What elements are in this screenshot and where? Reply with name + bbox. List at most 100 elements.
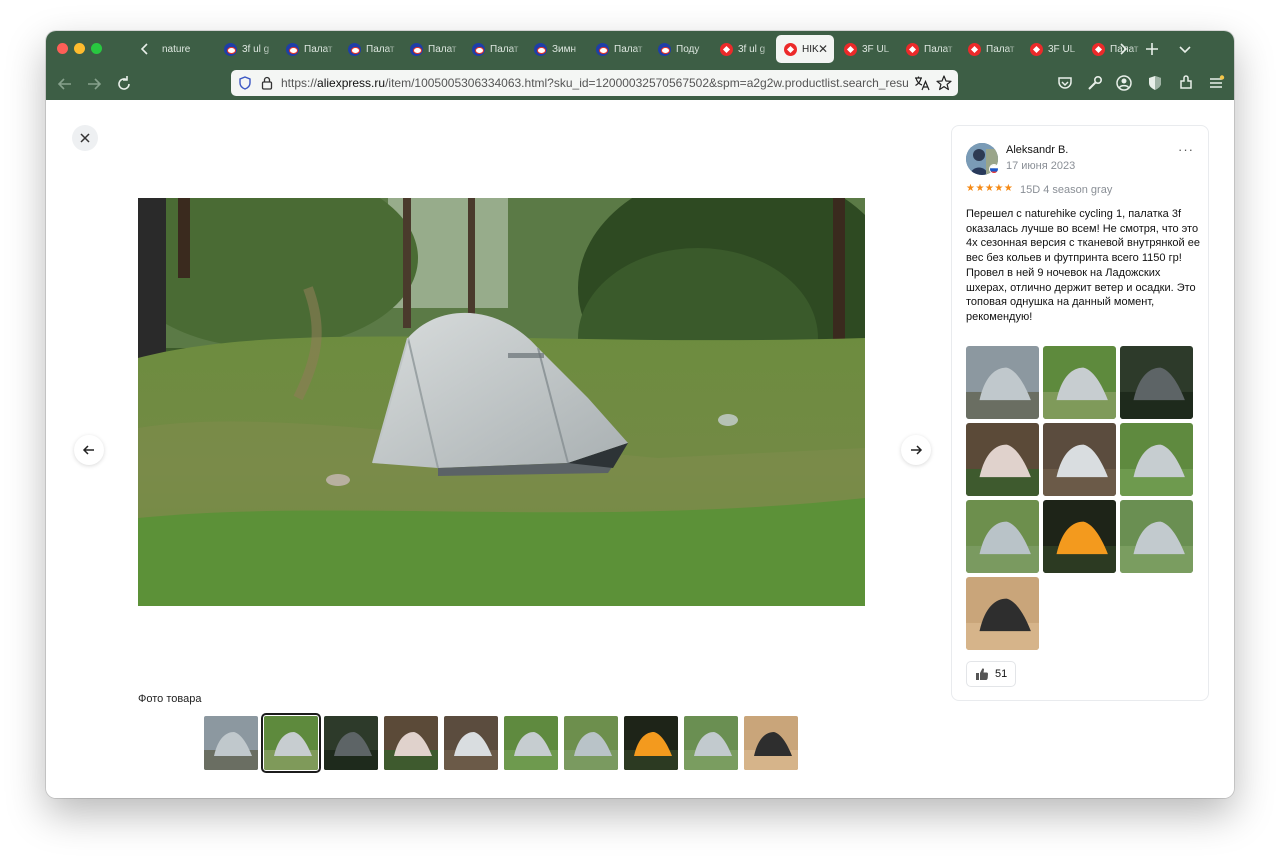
address-bar[interactable]: https://aliexpress.ru/item/1005005306334… bbox=[231, 70, 958, 96]
close-viewer-button[interactable] bbox=[72, 125, 98, 151]
ublock-shield-icon[interactable] bbox=[1145, 73, 1165, 93]
minimize-window-button[interactable] bbox=[74, 43, 85, 54]
ozon-favicon-icon bbox=[534, 42, 547, 56]
browser-tab[interactable]: 3f ul g bbox=[216, 35, 278, 63]
close-window-button[interactable] bbox=[57, 43, 68, 54]
app-menu-icon[interactable] bbox=[1206, 73, 1226, 93]
browser-tab[interactable]: Палат bbox=[960, 35, 1022, 63]
tools-wrench-icon[interactable] bbox=[1085, 73, 1105, 93]
ozon-favicon-icon bbox=[410, 42, 423, 56]
arrow-left-icon bbox=[82, 445, 94, 455]
browser-window: nature 3f ul g Палат Палат Палат Палат Зимн Пал… bbox=[46, 31, 1234, 798]
ozon-favicon-icon bbox=[472, 42, 485, 56]
photo-thumbnail[interactable] bbox=[384, 716, 438, 770]
reload-icon[interactable] bbox=[112, 72, 136, 96]
rating-stars: ★★★★★ bbox=[966, 183, 1014, 194]
review-text: Перешел с naturehike cycling 1, палатка … bbox=[966, 207, 1202, 325]
browser-tab[interactable]: Палат bbox=[402, 35, 464, 63]
photo-thumbnail[interactable] bbox=[261, 713, 321, 773]
browser-tab[interactable]: Палат bbox=[898, 35, 960, 63]
review-date: 17 июня 2023 bbox=[1006, 160, 1076, 172]
review-photo[interactable] bbox=[966, 500, 1039, 573]
navigation-toolbar: https://aliexpress.ru/item/1005005306334… bbox=[46, 67, 1234, 100]
review-author[interactable]: Aleksandr B. bbox=[1006, 144, 1068, 156]
main-photo bbox=[138, 198, 865, 606]
photo-thumbnail[interactable] bbox=[744, 716, 798, 770]
tab-active[interactable]: HIK ✕ bbox=[776, 35, 834, 63]
review-paragraph: Перешел с naturehike cycling 1, палатка … bbox=[966, 208, 1200, 265]
photo-thumbnail[interactable] bbox=[504, 716, 558, 770]
tab-scroll-right-icon[interactable] bbox=[1112, 37, 1134, 61]
aliexpress-favicon-icon bbox=[1030, 42, 1043, 56]
previous-photo-button[interactable] bbox=[74, 435, 104, 465]
ozon-favicon-icon bbox=[224, 42, 237, 56]
url-text[interactable]: https://aliexpress.ru/item/1005005306334… bbox=[281, 76, 909, 92]
aliexpress-favicon-icon bbox=[720, 42, 733, 56]
review-photo[interactable] bbox=[1120, 346, 1193, 419]
next-photo-button[interactable] bbox=[901, 435, 931, 465]
review-photo[interactable] bbox=[966, 423, 1039, 496]
extensions-icon[interactable] bbox=[1176, 73, 1196, 93]
pocket-icon[interactable] bbox=[1055, 73, 1075, 93]
aliexpress-favicon-icon bbox=[784, 42, 797, 56]
browser-tab[interactable]: Поду bbox=[650, 35, 712, 63]
review-photo[interactable] bbox=[966, 577, 1039, 650]
tab-scroll-left-icon[interactable] bbox=[134, 37, 156, 61]
close-tab-icon[interactable]: ✕ bbox=[818, 42, 828, 56]
lock-icon[interactable] bbox=[259, 75, 275, 91]
photo-thumbnail[interactable] bbox=[564, 716, 618, 770]
photo-thumbnail[interactable] bbox=[204, 716, 258, 770]
translate-icon[interactable] bbox=[913, 74, 931, 92]
browser-tab[interactable]: 3F UL bbox=[1022, 35, 1084, 63]
forward-icon[interactable] bbox=[82, 72, 106, 96]
browser-tab[interactable]: Зимн bbox=[526, 35, 588, 63]
browser-tab[interactable]: Палат bbox=[278, 35, 340, 63]
list-all-tabs-icon[interactable] bbox=[1174, 37, 1196, 61]
tent-photo bbox=[138, 198, 865, 606]
photo-thumbnail[interactable] bbox=[324, 716, 378, 770]
browser-tab[interactable]: Палат bbox=[464, 35, 526, 63]
bookmark-star-icon[interactable] bbox=[935, 74, 953, 92]
url-path: /item/1005005306334063.html?sku_id=12000… bbox=[385, 76, 909, 90]
ozon-favicon-icon bbox=[348, 42, 361, 56]
more-options-icon[interactable]: ··· bbox=[1178, 142, 1194, 157]
like-count: 51 bbox=[995, 668, 1008, 680]
aliexpress-favicon-icon bbox=[968, 42, 981, 56]
thumbs-up-icon bbox=[976, 668, 988, 680]
zoom-window-button[interactable] bbox=[91, 43, 102, 54]
review-photo[interactable] bbox=[966, 346, 1039, 419]
browser-tab[interactable]: Палат bbox=[588, 35, 650, 63]
review-photo[interactable] bbox=[1120, 423, 1193, 496]
review-photo[interactable] bbox=[1043, 500, 1116, 573]
browser-tab[interactable]: 3F UL bbox=[836, 35, 898, 63]
ozon-favicon-icon bbox=[596, 42, 609, 56]
tracking-protection-shield-icon[interactable] bbox=[237, 75, 253, 91]
review-photo[interactable] bbox=[1120, 500, 1193, 573]
back-icon[interactable] bbox=[53, 72, 77, 96]
url-host: aliexpress.ru bbox=[317, 76, 386, 90]
russia-flag-icon bbox=[989, 164, 999, 174]
new-tab-icon[interactable] bbox=[1141, 37, 1163, 61]
photo-thumbnail[interactable] bbox=[624, 716, 678, 770]
url-prefix: https:// bbox=[281, 76, 318, 90]
thumbnail-strip bbox=[204, 713, 804, 773]
review-paragraph: Провел в ней 9 ночевок на Ладожских шхер… bbox=[966, 266, 1196, 323]
review-photo-grid bbox=[966, 346, 1196, 654]
aliexpress-favicon-icon bbox=[1092, 42, 1105, 56]
browser-tab[interactable]: nature bbox=[154, 35, 216, 63]
tab-label: nature bbox=[162, 43, 191, 55]
arrow-right-icon bbox=[911, 445, 923, 455]
browser-tab[interactable]: 3f ul g bbox=[712, 35, 774, 63]
review-card: Aleksandr B. 17 июня 2023 ··· ★★★★★ 15D … bbox=[951, 125, 1209, 701]
photo-thumbnail[interactable] bbox=[444, 716, 498, 770]
aliexpress-favicon-icon bbox=[906, 42, 919, 56]
tab-bar: nature 3f ul g Палат Палат Палат Палат Зимн Пал… bbox=[46, 31, 1234, 67]
browser-tab[interactable]: Палат bbox=[340, 35, 402, 63]
page-content: Фото товара Aleksandr B. 17 июня 2023 ··… bbox=[46, 100, 1234, 798]
review-photo[interactable] bbox=[1043, 423, 1116, 496]
photo-thumbnail[interactable] bbox=[684, 716, 738, 770]
account-icon[interactable] bbox=[1114, 73, 1134, 93]
review-photo[interactable] bbox=[1043, 346, 1116, 419]
ozon-favicon-icon bbox=[286, 42, 299, 56]
like-button[interactable]: 51 bbox=[966, 661, 1017, 687]
